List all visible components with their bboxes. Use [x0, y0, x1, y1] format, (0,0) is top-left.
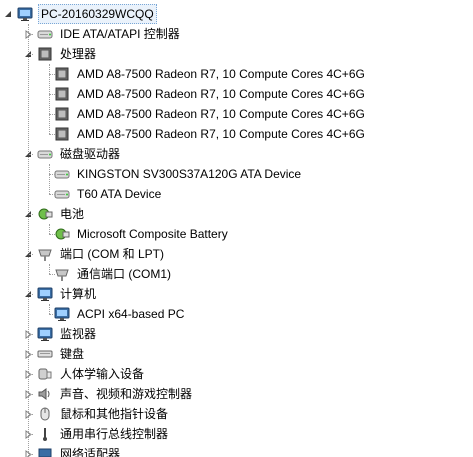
usb-icon [37, 426, 53, 442]
tree-category-label: 网络适配器 [60, 447, 121, 457]
monitor-icon [37, 326, 53, 342]
cpu-icon [54, 106, 70, 122]
tree-line [49, 94, 55, 95]
computer-root-icon [17, 6, 33, 22]
port-icon [37, 246, 53, 262]
tree-category-label: 监视器 [60, 327, 97, 341]
device-tree: PC-20160329WCQQ IDE ATA/ATAPI 控制器 处理器 AMD A… [0, 0, 473, 457]
tree-device-label: AMD A8-7500 Radeon R7, 10 Compute Cores … [77, 67, 365, 81]
tree-line [49, 194, 55, 195]
tree-category-label: 人体学输入设备 [60, 367, 145, 381]
tree-device-label: 通信端口 (COM1) [77, 267, 171, 281]
tree-line [49, 114, 55, 115]
tree-line [29, 434, 33, 435]
tree-root-node[interactable]: PC-20160329WCQQ [4, 4, 157, 24]
tree-category-node[interactable]: 键盘 [24, 344, 86, 364]
tree-device-label: T60 ATA Device [77, 187, 162, 201]
tree-category-label: 通用串行总线控制器 [60, 427, 169, 441]
tree-category-label: 键盘 [60, 347, 85, 361]
tree-device-node[interactable]: KINGSTON SV300S37A120G ATA Device [54, 164, 303, 184]
tree-category-node[interactable]: 磁盘驱动器 [24, 144, 122, 164]
cpu-icon [54, 126, 70, 142]
com-port-icon [54, 266, 70, 282]
tree-line [49, 224, 50, 234]
sound-icon [37, 386, 53, 402]
tree-line [49, 274, 55, 275]
tree-category-label: 处理器 [60, 47, 97, 61]
tree-category-node[interactable]: 计算机 [24, 284, 98, 304]
tree-category-node[interactable]: 电池 [24, 204, 86, 224]
tree-line [29, 154, 33, 155]
tree-device-label: Microsoft Composite Battery [77, 227, 228, 241]
tree-line [29, 294, 33, 295]
tree-category-node[interactable]: 鼠标和其他指针设备 [24, 404, 170, 424]
tree-category-node[interactable]: 监视器 [24, 324, 98, 344]
tree-category-node[interactable]: 声音、视频和游戏控制器 [24, 384, 194, 404]
tree-line [29, 254, 33, 255]
tree-category-node[interactable]: IDE ATA/ATAPI 控制器 [24, 24, 182, 44]
tree-device-node[interactable]: AMD A8-7500 Radeon R7, 10 Compute Cores … [54, 84, 367, 104]
tree-line [49, 74, 55, 75]
ide-controller-icon [37, 26, 53, 42]
computer-icon [37, 286, 53, 302]
tree-device-node[interactable]: AMD A8-7500 Radeon R7, 10 Compute Cores … [54, 104, 367, 124]
tree-line [49, 304, 50, 314]
tree-device-label: AMD A8-7500 Radeon R7, 10 Compute Cores … [77, 127, 365, 141]
tree-device-node[interactable]: AMD A8-7500 Radeon R7, 10 Compute Cores … [54, 124, 367, 144]
disk-drive-icon [37, 146, 53, 162]
tree-device-label: AMD A8-7500 Radeon R7, 10 Compute Cores … [77, 87, 365, 101]
tree-device-node[interactable]: 通信端口 (COM1) [54, 264, 173, 284]
hid-icon [37, 366, 53, 382]
tree-device-label: AMD A8-7500 Radeon R7, 10 Compute Cores … [77, 107, 365, 121]
tree-line [49, 174, 55, 175]
tree-device-node[interactable]: ACPI x64-based PC [54, 304, 186, 324]
tree-line [29, 34, 33, 35]
tree-device-label: ACPI x64-based PC [77, 307, 185, 321]
acpi-pc-icon [54, 306, 70, 322]
tree-line [29, 354, 33, 355]
tree-line [29, 334, 33, 335]
tree-category-node[interactable]: 端口 (COM 和 LPT) [24, 244, 166, 264]
tree-line [29, 54, 33, 55]
cpu-icon [54, 66, 70, 82]
cpu-icon [54, 86, 70, 102]
tree-category-label: 计算机 [60, 287, 97, 301]
battery-device-icon [54, 226, 70, 242]
tree-category-label: 声音、视频和游戏控制器 [60, 387, 193, 401]
tree-category-node[interactable]: 网络适配器 [24, 444, 122, 457]
tree-device-node[interactable]: T60 ATA Device [54, 184, 163, 204]
tree-device-node[interactable]: AMD A8-7500 Radeon R7, 10 Compute Cores … [54, 64, 367, 84]
keyboard-icon [37, 346, 53, 362]
tree-category-node[interactable]: 人体学输入设备 [24, 364, 146, 384]
tree-device-label: KINGSTON SV300S37A120G ATA Device [77, 167, 302, 181]
tree-line [49, 314, 55, 315]
processor-icon [37, 46, 53, 62]
tree-category-label: 磁盘驱动器 [60, 147, 121, 161]
tree-line [29, 454, 33, 455]
hard-disk-icon [54, 166, 70, 182]
tree-category-node[interactable]: 通用串行总线控制器 [24, 424, 170, 444]
collapse-arrow-icon[interactable] [4, 10, 13, 19]
tree-category-label: 电池 [60, 207, 85, 221]
tree-line [49, 134, 55, 135]
tree-category-node[interactable]: 处理器 [24, 44, 98, 64]
tree-category-label: 端口 (COM 和 LPT) [60, 247, 164, 261]
tree-root-label: PC-20160329WCQQ [38, 4, 157, 24]
mouse-icon [37, 406, 53, 422]
tree-line [29, 374, 33, 375]
tree-line [49, 234, 55, 235]
network-adapter-icon [37, 446, 53, 457]
hard-disk-icon [54, 186, 70, 202]
tree-line [49, 264, 50, 274]
tree-category-label: IDE ATA/ATAPI 控制器 [60, 27, 180, 41]
battery-icon [37, 206, 53, 222]
tree-line [49, 164, 50, 194]
tree-line [29, 394, 33, 395]
tree-device-node[interactable]: Microsoft Composite Battery [54, 224, 230, 244]
tree-line [29, 414, 33, 415]
tree-line [29, 214, 33, 215]
tree-category-label: 鼠标和其他指针设备 [60, 407, 169, 421]
